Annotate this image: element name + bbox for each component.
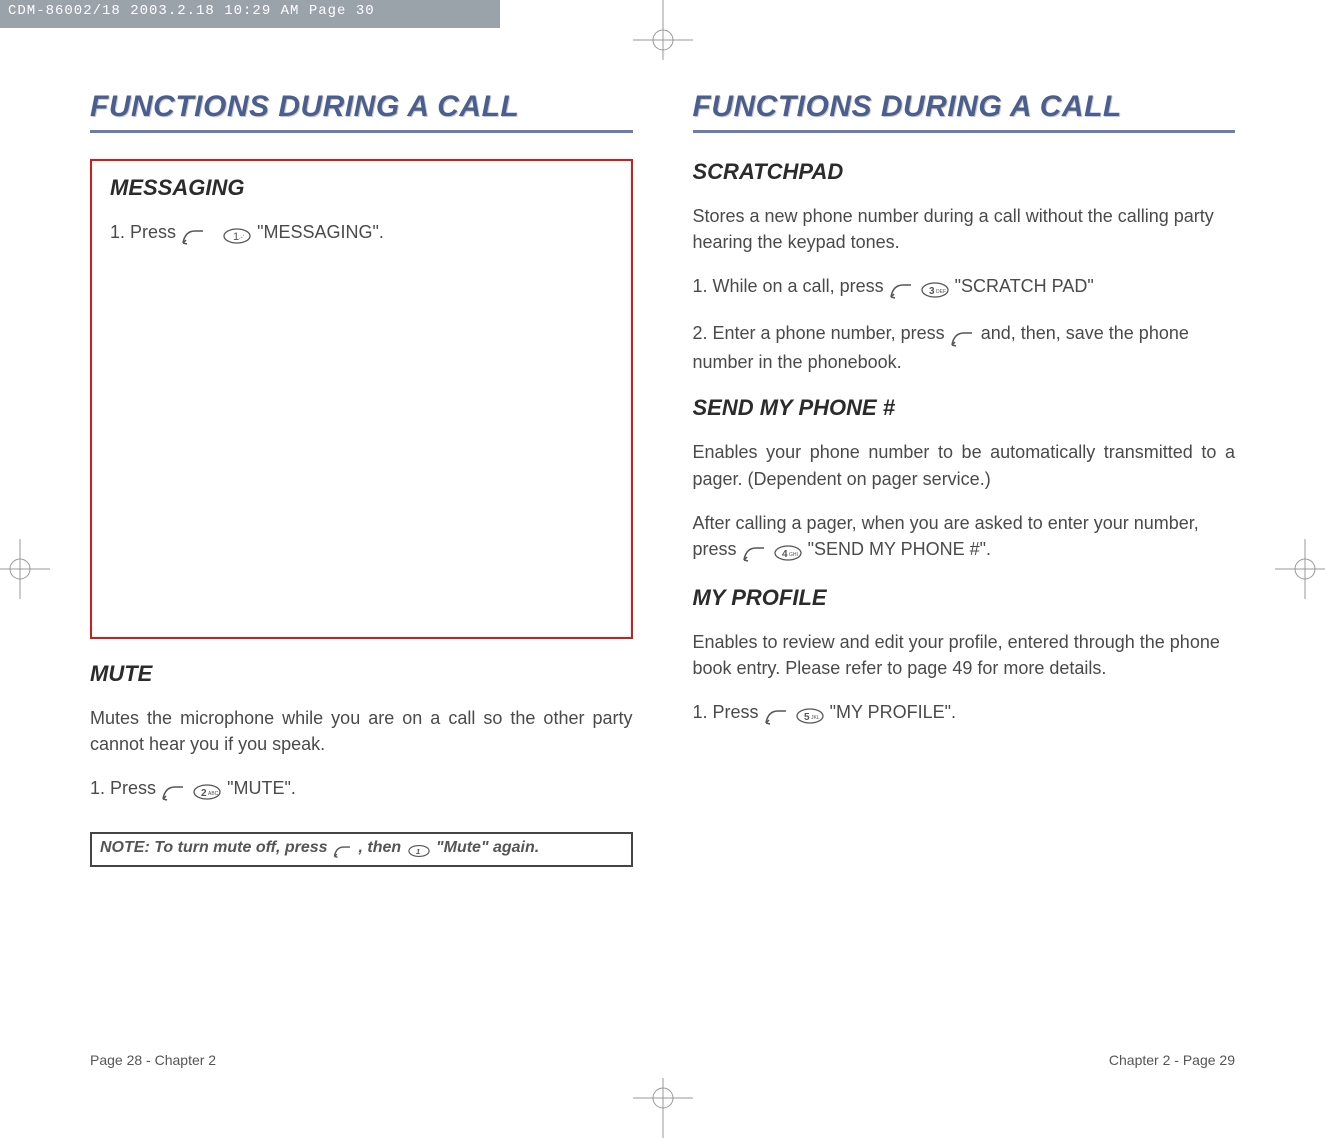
step-text: 1. Press 1.-' "MESSAGING". — [110, 219, 613, 248]
page-spread: FUNCTIONS DURING A CALL MESSAGING 1. Pre… — [60, 80, 1265, 1068]
body-paragraph: Stores a new phone number during a call … — [693, 203, 1236, 255]
registration-mark-right — [1275, 539, 1325, 599]
svg-text:1: 1 — [415, 847, 419, 856]
chapter-title: FUNCTIONS DURING A CALL — [90, 90, 633, 124]
svg-text:GHI: GHI — [789, 552, 798, 558]
svg-text:3: 3 — [929, 286, 935, 297]
softkey-icon — [950, 323, 976, 349]
text: "SCRATCH PAD" — [955, 276, 1094, 296]
softkey-icon — [889, 276, 915, 302]
text: 1. Press — [90, 778, 161, 798]
softkey-icon — [181, 222, 207, 248]
step-text: After calling a pager, when you are aske… — [693, 510, 1236, 565]
svg-text:DEF: DEF — [936, 289, 946, 295]
section-heading-messaging: MESSAGING — [110, 175, 613, 201]
text: 1. Press — [693, 702, 764, 722]
section-heading-myprofile: MY PROFILE — [693, 585, 1236, 611]
step-text: 1. Press 2ABC "MUTE". — [90, 775, 633, 804]
text: "MESSAGING". — [257, 222, 384, 242]
chapter-title-rule: FUNCTIONS DURING A CALL — [693, 90, 1236, 133]
svg-text:5: 5 — [804, 712, 810, 723]
key-2-icon: 2ABC — [192, 778, 222, 804]
text: "MUTE". — [227, 778, 296, 798]
body-paragraph: Enables your phone number to be automati… — [693, 439, 1236, 491]
section-heading-mute: MUTE — [90, 661, 633, 687]
note-box: NOTE: To turn mute off, press , then 1 "… — [90, 832, 633, 867]
section-heading-sendphone: SEND MY PHONE # — [693, 395, 1236, 421]
svg-text:ABC: ABC — [208, 791, 219, 797]
step-text: 2. Enter a phone number, press and, then… — [693, 320, 1236, 375]
step-text: 1. Press 5JKL "MY PROFILE". — [693, 699, 1236, 728]
text: 1. While on a call, press — [693, 276, 889, 296]
softkey-icon — [742, 539, 768, 565]
text: 2. Enter a phone number, press — [693, 323, 950, 343]
registration-mark-top — [633, 0, 693, 60]
page-footer: Chapter 2 - Page 29 — [1109, 1052, 1235, 1068]
softkey-icon — [161, 778, 187, 804]
text: "SEND MY PHONE #". — [808, 539, 992, 559]
key-1-icon: 1.-' — [222, 222, 252, 248]
chapter-title-rule: FUNCTIONS DURING A CALL — [90, 90, 633, 133]
svg-text:JKL: JKL — [811, 715, 820, 721]
key-1-icon: 1 — [406, 842, 432, 860]
page-footer: Page 28 - Chapter 2 — [90, 1052, 216, 1068]
document-sheet: CDM-86002/18 2003.2.18 10:29 AM Page 30 — [0, 0, 1325, 1138]
registration-mark-left — [0, 539, 50, 599]
svg-text:2: 2 — [201, 788, 207, 799]
step-text: 1. While on a call, press 3DEF "SCRATCH … — [693, 273, 1236, 302]
text: , then — [358, 839, 405, 856]
key-5-icon: 5JKL — [795, 702, 825, 728]
svg-text:4: 4 — [782, 549, 788, 560]
page-right: FUNCTIONS DURING A CALL SCRATCHPAD Store… — [663, 80, 1266, 1068]
section-heading-scratchpad: SCRATCHPAD — [693, 159, 1236, 185]
text: "MY PROFILE". — [830, 702, 956, 722]
text: 1. Press — [110, 222, 181, 242]
body-paragraph: Enables to review and edit your profile,… — [693, 629, 1236, 681]
registration-mark-bottom — [633, 1078, 693, 1138]
text: "Mute" again. — [436, 839, 539, 856]
page-left: FUNCTIONS DURING A CALL MESSAGING 1. Pre… — [60, 80, 663, 1068]
key-4-icon: 4GHI — [773, 539, 803, 565]
text: NOTE: To turn mute off, press — [100, 839, 332, 856]
key-3-icon: 3DEF — [920, 276, 950, 302]
svg-text:.-': .-' — [239, 235, 244, 241]
softkey-icon — [332, 842, 354, 860]
body-paragraph: Mutes the microphone while you are on a … — [90, 705, 633, 757]
print-header-strip: CDM-86002/18 2003.2.18 10:29 AM Page 30 — [0, 0, 500, 28]
softkey-icon — [764, 702, 790, 728]
highlight-box: MESSAGING 1. Press 1.-' "MESSAGING". — [90, 159, 633, 639]
chapter-title: FUNCTIONS DURING A CALL — [693, 90, 1236, 124]
